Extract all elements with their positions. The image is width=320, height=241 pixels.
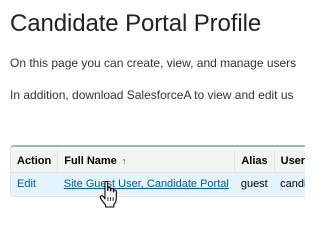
cell-full-name: Site Guest User, Candidate Portal bbox=[57, 172, 235, 195]
edit-link[interactable]: Edit bbox=[17, 178, 36, 190]
column-header-alias[interactable]: Alias bbox=[234, 150, 275, 173]
cell-username: candida bbox=[274, 172, 305, 195]
cell-alias: guest bbox=[234, 172, 275, 195]
candidate-portal-profile-page: Candidate Portal Profile On this page yo… bbox=[0, 0, 305, 241]
cell-action: Edit bbox=[11, 172, 58, 195]
intro-text-manage-users: On this page you can create, view, and m… bbox=[10, 56, 297, 70]
column-header-alias-label[interactable]: Alias bbox=[241, 155, 267, 167]
column-header-username-label[interactable]: Usernar bbox=[281, 155, 305, 167]
column-header-full-name[interactable]: Full Name ↑ bbox=[57, 150, 236, 173]
hand-pointer-icon bbox=[99, 181, 117, 208]
sort-ascending-icon[interactable]: ↑ bbox=[122, 156, 127, 166]
table-header-row: Action Full Name ↑ Alias Usernar bbox=[11, 150, 305, 173]
table-row: Edit Site Guest User, Candidate Portal g… bbox=[11, 172, 305, 195]
column-header-action: Action bbox=[11, 150, 59, 173]
users-table: Action Full Name ↑ Alias Usernar bbox=[11, 150, 305, 195]
page-title: Candidate Portal Profile bbox=[10, 10, 262, 37]
intro-text-salesforcea: In addition, download SalesforceA to vie… bbox=[10, 88, 294, 102]
column-header-full-name-label[interactable]: Full Name bbox=[64, 155, 117, 167]
column-header-action-label: Action bbox=[17, 155, 52, 167]
user-full-name-link[interactable]: Site Guest User, Candidate Portal bbox=[64, 178, 229, 190]
users-list-panel: Action Full Name ↑ Alias Usernar bbox=[10, 145, 305, 197]
column-header-username[interactable]: Usernar bbox=[274, 150, 305, 173]
